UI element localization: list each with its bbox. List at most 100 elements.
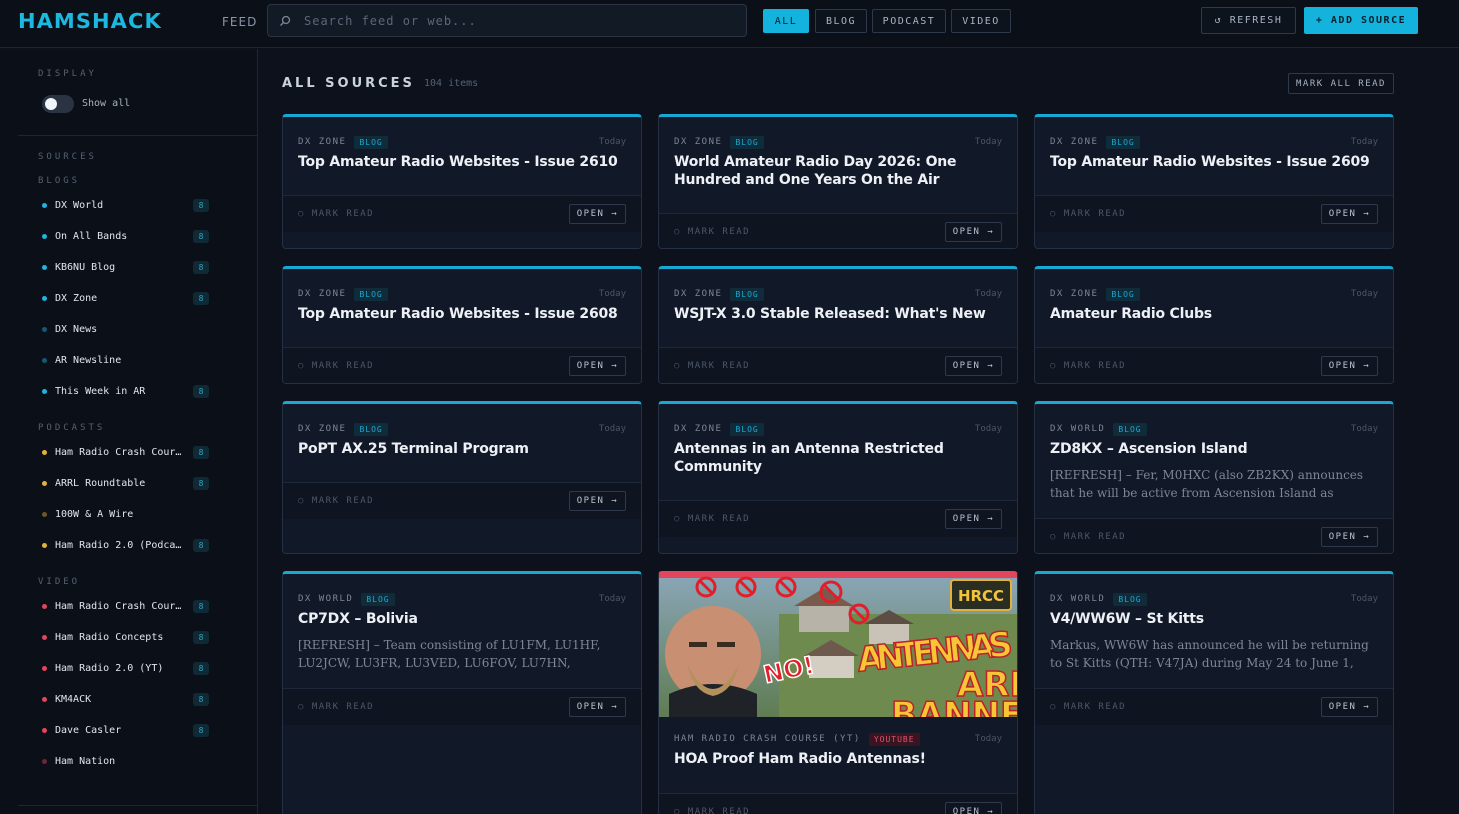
feed-card[interactable]: DX ZONE BLOG Today Top Amateur Radio Websit… (282, 114, 642, 249)
search-input[interactable] (304, 11, 734, 31)
mark-read-button[interactable]: ○ MARK READ (674, 361, 750, 371)
mark-read-button[interactable]: ○ MARK READ (1050, 209, 1126, 219)
open-button[interactable]: OPEN → (569, 491, 626, 511)
card-source[interactable]: DX WORLD (298, 594, 353, 604)
sidebar-source-item[interactable]: DX World 8 (42, 196, 212, 214)
card-title[interactable]: Amateur Radio Clubs (1050, 305, 1378, 323)
show-all-label[interactable]: Show all (82, 98, 130, 109)
filter-all-button[interactable]: ALL (763, 9, 809, 33)
card-title[interactable]: Top Amateur Radio Websites - Issue 2609 (1050, 153, 1378, 171)
card-title[interactable]: WSJT-X 3.0 Stable Released: What's New (674, 305, 1002, 323)
mark-read-button[interactable]: ○ MARK READ (1050, 361, 1126, 371)
sidebar-source-item[interactable]: DX News (42, 320, 212, 338)
feed-card[interactable]: DX ZONE BLOG Today Amateur Radio Clubs ○ MAR… (1034, 266, 1394, 384)
feed-card[interactable]: DX WORLD BLOG Today V4/WW6W – St Kitts Marku… (1034, 571, 1394, 814)
show-all-toggle[interactable] (42, 95, 74, 113)
card-source[interactable]: DX WORLD (1050, 594, 1105, 604)
refresh-button[interactable]: ↺ REFRESH (1201, 7, 1296, 34)
filter-blog-button[interactable]: BLOG (815, 9, 867, 33)
sidebar-source-item[interactable]: ARRL Roundtable 8 (42, 474, 212, 492)
mark-all-read-button[interactable]: MARK ALL READ (1288, 73, 1394, 94)
sidebar-source-item[interactable]: Ham Radio Crash Course 8 (42, 597, 212, 615)
mark-read-button[interactable]: ○ MARK READ (298, 209, 374, 219)
feed-card[interactable]: DX WORLD BLOG Today CP7DX – Bolivia [REFRESH… (282, 571, 642, 814)
sidebar-source-item[interactable]: AR Newsline (42, 351, 212, 369)
feed-card[interactable]: HRCCNO!ANTENNASAREBANNED HAM RADIO CRASH … (658, 571, 1018, 814)
feed-card[interactable]: DX ZONE BLOG Today Top Amateur Radio Websit… (1034, 114, 1394, 249)
sidebar-source-item[interactable]: Ham Radio Concepts 8 (42, 628, 212, 646)
open-button[interactable]: OPEN → (569, 697, 626, 717)
feed-card[interactable]: DX ZONE BLOG Today Top Amateur Radio Websit… (282, 266, 642, 384)
sidebar-source-item[interactable]: KB6NU Blog 8 (42, 258, 212, 276)
sidebar-source-item[interactable]: On All Bands 8 (42, 227, 212, 245)
add-source-button[interactable]: + ADD SOURCE (1304, 7, 1418, 34)
card-source[interactable]: DX ZONE (298, 137, 346, 147)
mark-read-button[interactable]: ○ MARK READ (298, 702, 374, 712)
video-thumbnail[interactable]: HRCCNO!ANTENNASAREBANNED (659, 574, 1017, 717)
sidebar-source-item[interactable]: Ham Nation (42, 752, 212, 770)
sidebar-source-item[interactable]: Dave Casler 8 (42, 721, 212, 739)
mark-read-button[interactable]: ○ MARK READ (674, 227, 750, 237)
card-title[interactable]: HOA Proof Ham Radio Antennas! (674, 750, 1002, 768)
mark-read-button[interactable]: ○ MARK READ (1050, 532, 1126, 542)
sidebar-source-item[interactable]: Ham Radio 2.0 (Podcast) 8 (42, 536, 212, 554)
feed-card[interactable]: DX ZONE BLOG Today World Amateur Radio Day … (658, 114, 1018, 249)
source-status-dot (42, 696, 47, 702)
feed-card[interactable]: DX ZONE BLOG Today Antennas in an Antenna R… (658, 401, 1018, 554)
card-footer: ○ MARK READ OPEN → (1035, 195, 1393, 232)
source-status-dot (42, 357, 47, 363)
open-button[interactable]: OPEN → (945, 802, 1002, 814)
open-button[interactable]: OPEN → (945, 222, 1002, 242)
card-source[interactable]: DX ZONE (298, 289, 346, 299)
card-meta: DX ZONE BLOG Today (674, 422, 1002, 436)
filter-podcast-button[interactable]: PODCAST (872, 9, 946, 33)
card-source[interactable]: DX WORLD (1050, 424, 1105, 434)
card-title[interactable]: CP7DX – Bolivia (298, 610, 626, 628)
feed-card[interactable]: DX ZONE BLOG Today PoPT AX.25 Terminal Prog… (282, 401, 642, 554)
card-type-tag: BLOG (354, 135, 388, 149)
open-button[interactable]: OPEN → (1321, 697, 1378, 717)
open-button[interactable]: OPEN → (569, 204, 626, 224)
mark-read-button[interactable]: ○ MARK READ (298, 496, 374, 506)
logo-subtitle: FEED (222, 15, 258, 29)
card-title[interactable]: Antennas in an Antenna Restricted Commun… (674, 440, 1002, 476)
mark-read-button[interactable]: ○ MARK READ (298, 361, 374, 371)
sidebar-source-item[interactable]: Ham Radio 2.0 (YT) 8 (42, 659, 212, 677)
card-title[interactable]: Top Amateur Radio Websites - Issue 2610 (298, 153, 626, 171)
card-source[interactable]: DX ZONE (674, 289, 722, 299)
card-title[interactable]: World Amateur Radio Day 2026: One Hundre… (674, 153, 1002, 189)
mark-read-button[interactable]: ○ MARK READ (1050, 702, 1126, 712)
card-title[interactable]: PoPT AX.25 Terminal Program (298, 440, 626, 458)
mark-read-button[interactable]: ○ MARK READ (674, 807, 750, 814)
open-button[interactable]: OPEN → (1321, 356, 1378, 376)
card-source[interactable]: DX ZONE (298, 424, 346, 434)
open-button[interactable]: OPEN → (569, 356, 626, 376)
source-group-heading: BLOGS (38, 176, 81, 186)
card-meta: DX ZONE BLOG Today (298, 422, 626, 436)
card-title[interactable]: Top Amateur Radio Websites - Issue 2608 (298, 305, 626, 323)
open-button[interactable]: OPEN → (945, 509, 1002, 529)
card-date: Today (598, 289, 626, 299)
open-button[interactable]: OPEN → (1321, 204, 1378, 224)
card-source[interactable]: DX ZONE (674, 137, 722, 147)
card-source[interactable]: DX ZONE (1050, 289, 1098, 299)
open-button[interactable]: OPEN → (945, 356, 1002, 376)
sidebar-source-item[interactable]: This Week in AR 8 (42, 382, 212, 400)
card-title[interactable]: ZD8KX – Ascension Island (1050, 440, 1378, 458)
sidebar-source-item[interactable]: 100W & A Wire (42, 505, 212, 523)
search-box[interactable] (267, 4, 747, 37)
card-source[interactable]: DX ZONE (1050, 137, 1098, 147)
card-source[interactable]: DX ZONE (674, 424, 722, 434)
card-source[interactable]: HAM RADIO CRASH COURSE (YT) (674, 734, 861, 744)
sidebar-source-item[interactable]: Ham Radio Crash Course 8 (42, 443, 212, 461)
feed-card[interactable]: DX ZONE BLOG Today WSJT-X 3.0 Stable Releas… (658, 266, 1018, 384)
open-button[interactable]: OPEN → (1321, 527, 1378, 547)
card-title[interactable]: V4/WW6W – St Kitts (1050, 610, 1378, 628)
feed-card[interactable]: DX WORLD BLOG Today ZD8KX – Ascension Islan… (1034, 401, 1394, 554)
app-logo[interactable]: HAMSHACK (18, 9, 162, 33)
source-status-dot (42, 542, 47, 548)
sidebar-source-item[interactable]: DX Zone 8 (42, 289, 212, 307)
sidebar-source-item[interactable]: KM4ACK 8 (42, 690, 212, 708)
filter-video-button[interactable]: VIDEO (951, 9, 1011, 33)
mark-read-button[interactable]: ○ MARK READ (674, 514, 750, 524)
